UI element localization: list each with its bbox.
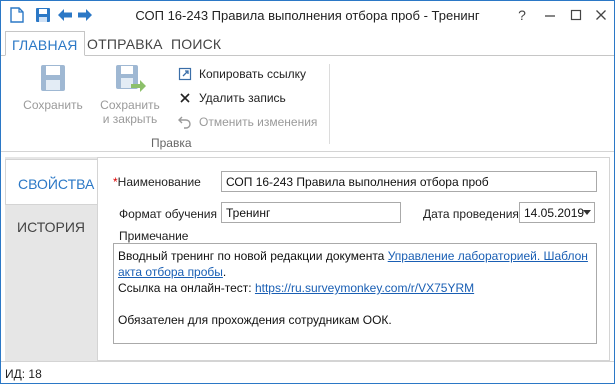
date-value: 14.05.2019 (524, 206, 585, 220)
notes-field[interactable]: Вводный тренинг по новой редакции докуме… (113, 243, 597, 344)
tab-send[interactable]: ОТПРАВКА (81, 31, 169, 56)
name-label: *Наименование (113, 175, 201, 189)
close-button[interactable] (588, 5, 614, 25)
notes-line-2: Ссылка на онлайн-тест: https://ru.survey… (118, 280, 592, 296)
maximize-button[interactable] (563, 5, 589, 25)
notes-text-1-end: . (222, 265, 227, 279)
copy-link-icon (177, 66, 193, 82)
save-label: Сохранить (23, 98, 83, 112)
save-and-close-button[interactable]: Сохранить и закрыть (97, 64, 163, 126)
notes-text-1: Вводный тренинг по новой редакции докуме… (118, 249, 388, 263)
tab-history[interactable]: ИСТОРИЯ (5, 203, 97, 249)
undo-icon (177, 114, 193, 130)
date-picker[interactable]: 14.05.2019 (519, 202, 595, 223)
format-label: Формат обучения (119, 207, 217, 221)
title-bar: СОП 16-243 Правила выполнения отбора про… (1, 1, 614, 31)
help-button[interactable]: ? (509, 5, 535, 25)
tab-properties[interactable]: СВОЙСТВА (5, 159, 98, 205)
notes-line-4: Обязателен для прохождения сотрудникам О… (118, 313, 392, 327)
name-label-text: Наименование (117, 175, 201, 189)
delete-x-icon (177, 90, 193, 106)
side-tabs: СВОЙСТВА ИСТОРИЯ (5, 157, 98, 361)
delete-record-button[interactable]: Удалить запись (177, 88, 286, 108)
save-and-close-label-line1: Сохранить (100, 98, 160, 112)
save-and-close-icon (113, 64, 147, 94)
tab-home[interactable]: ГЛАВНАЯ (5, 31, 85, 56)
status-bar: ИД: 18 (1, 361, 614, 383)
minimize-button[interactable] (537, 5, 563, 25)
copy-link-label: Копировать ссылку (199, 67, 306, 81)
dropdown-arrow-icon[interactable] (583, 210, 591, 215)
tab-search[interactable]: ПОИСК (165, 31, 227, 56)
notes-line-1: Вводный тренинг по новой редакции докуме… (118, 248, 592, 280)
close-icon (596, 10, 606, 20)
ribbon-panel: Сохранить Сохранить и закрыть Копировать… (1, 55, 614, 152)
save-and-close-label-line2: и закрыть (102, 112, 158, 126)
item-window: СОП 16-243 Правила выполнения отбора про… (0, 0, 615, 384)
edit-group-label: Правка (151, 136, 192, 150)
undo-changes-button[interactable]: Отменить изменения (177, 112, 317, 132)
notes-text-2: Ссылка на онлайн-тест: (118, 281, 255, 295)
maximize-icon (570, 9, 582, 21)
notes-blank-line (118, 296, 592, 312)
delete-record-label: Удалить запись (199, 91, 286, 105)
notes-survey-link[interactable]: https://ru.surveymonkey.com/r/VX75YRM (255, 281, 474, 295)
group-divider (329, 64, 330, 144)
format-field[interactable]: Тренинг (221, 202, 401, 223)
ribbon-tabs: ГЛАВНАЯ ОТПРАВКА ПОИСК (1, 31, 614, 56)
undo-changes-label: Отменить изменения (199, 115, 318, 129)
name-field[interactable]: СОП 16-243 Правила выполнения отбора про… (221, 171, 597, 192)
date-label: Дата проведения (423, 207, 519, 221)
save-icon (36, 64, 70, 94)
record-id: ИД: 18 (5, 367, 42, 381)
content-area: СВОЙСТВА ИСТОРИЯ *Наименование СОП 16-24… (1, 157, 614, 361)
copy-link-button[interactable]: Копировать ссылку (177, 64, 306, 84)
minimize-icon (545, 15, 555, 17)
save-button[interactable]: Сохранить (21, 64, 85, 112)
notes-label: Примечание (119, 229, 189, 243)
